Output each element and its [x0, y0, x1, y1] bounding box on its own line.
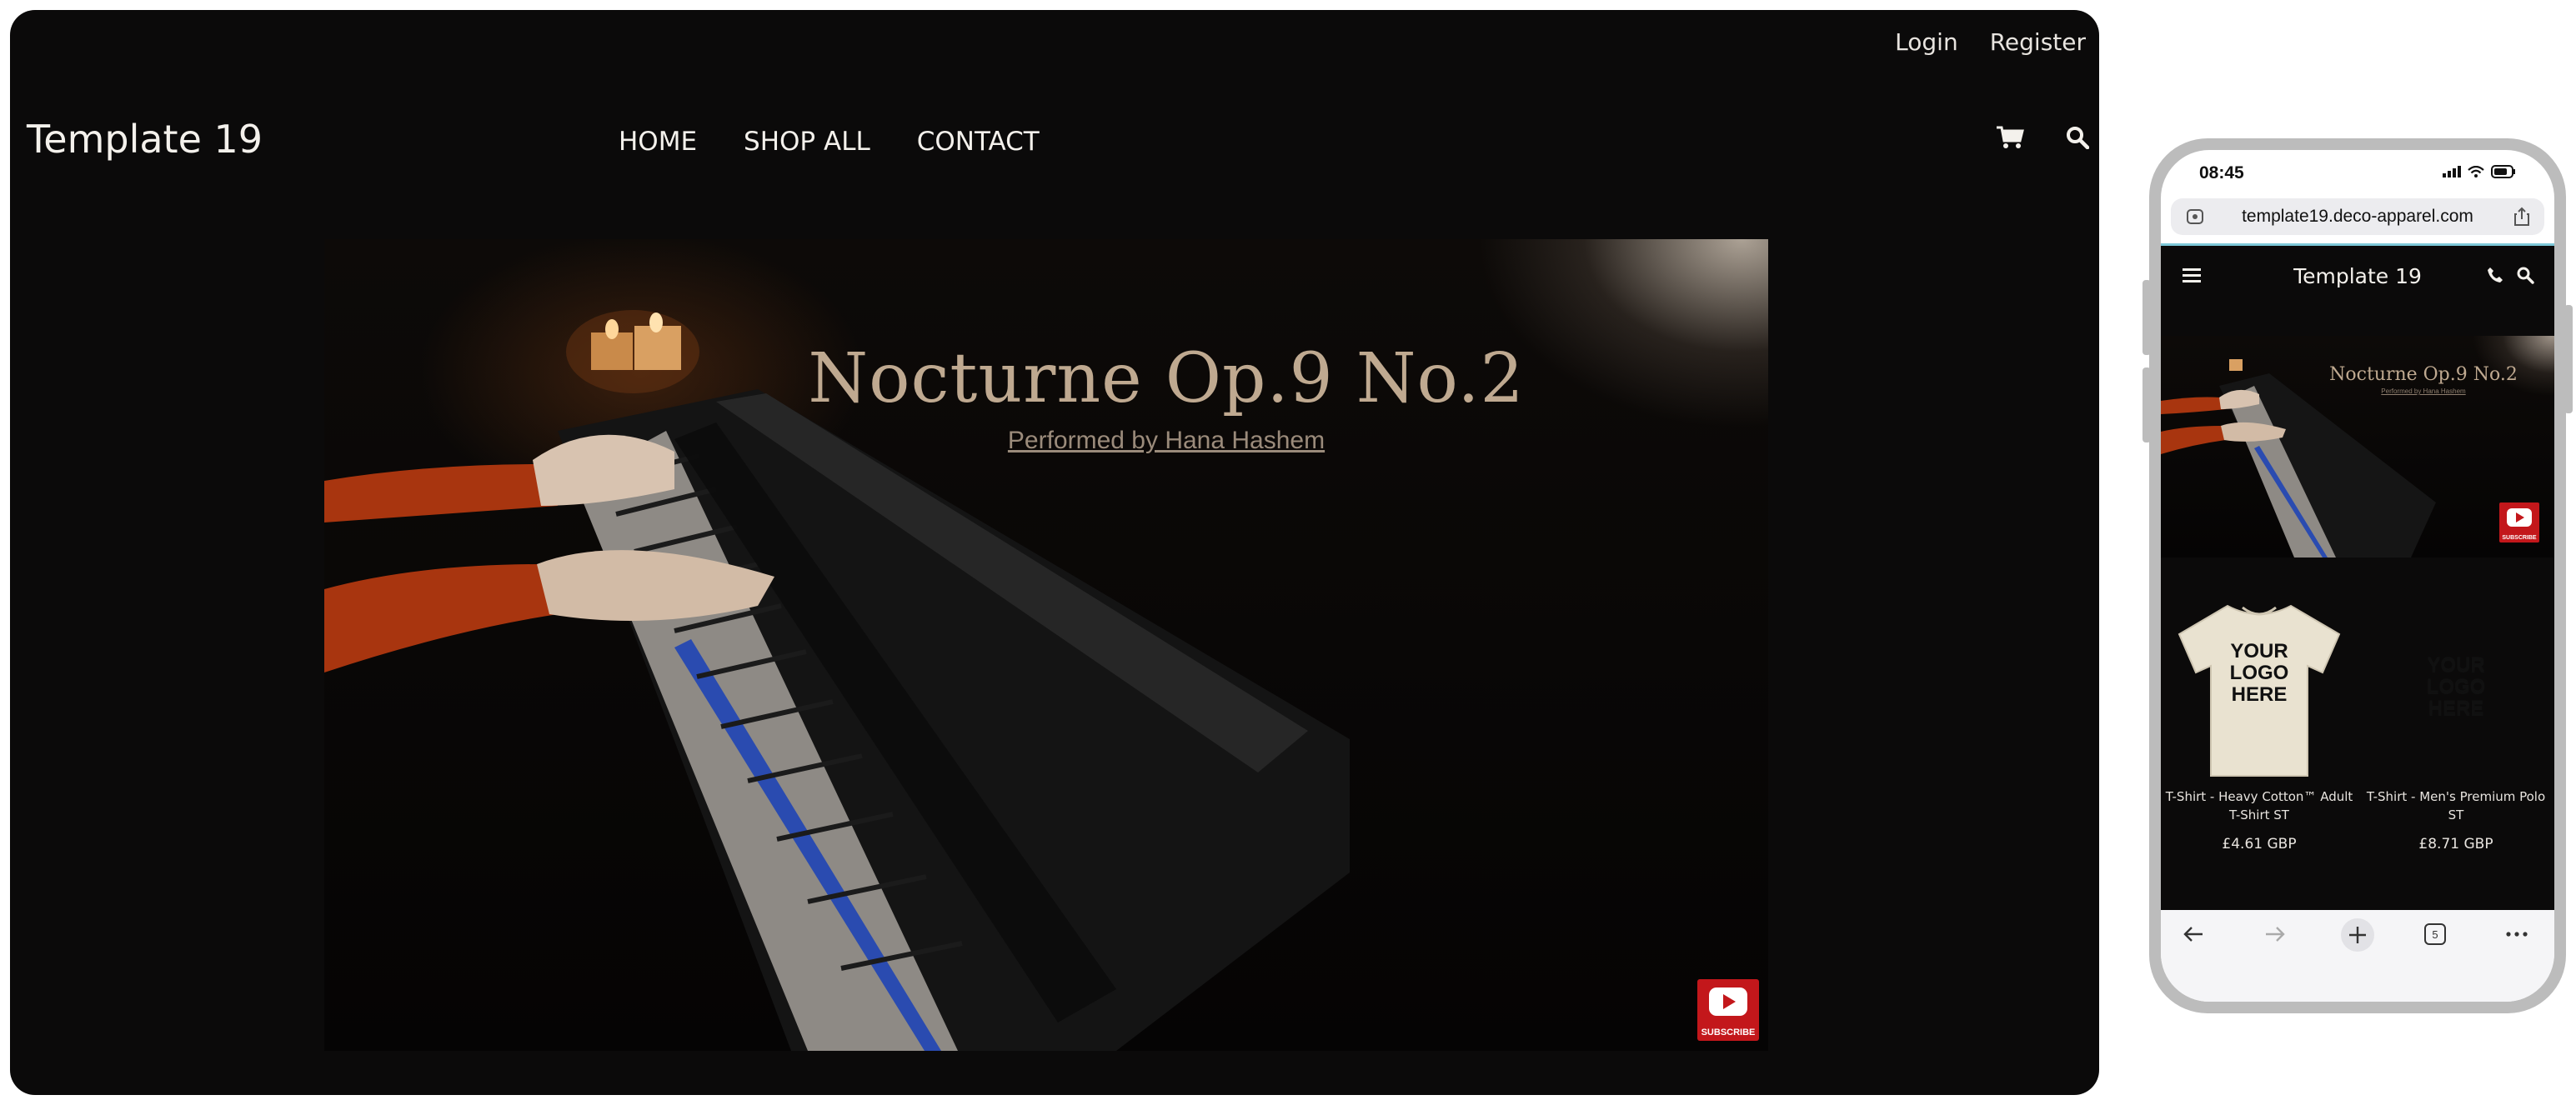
wifi-icon	[2468, 166, 2484, 178]
nav-home[interactable]: HOME	[619, 127, 697, 157]
product-print-text: YOURLOGOHERE	[2427, 655, 2486, 721]
youtube-play-icon	[1709, 988, 1747, 1016]
product-print-text: YOURLOGOHERE	[2230, 640, 2289, 706]
product-price: £4.61 GBP	[2222, 836, 2297, 852]
print-line: LOGO	[2427, 677, 2486, 699]
video-subtitle-link[interactable]: Performed by Hana Hashem	[791, 427, 1541, 455]
product-name[interactable]: T-Shirt - Heavy Cotton™ Adult T-Shirt ST	[2161, 788, 2358, 824]
print-line: HERE	[2232, 683, 2288, 706]
login-link[interactable]: Login	[1895, 28, 1958, 56]
youtube-video-embed[interactable]: Nocturne Op.9 No.2 Performed by Hana Has…	[324, 239, 1768, 1051]
mobile-phone-frame: 08:45 template19.deco-apparel.com Templa…	[2142, 138, 2573, 1013]
phone-screen: 08:45 template19.deco-apparel.com Templa…	[2161, 150, 2554, 1002]
mobile-site: Template 19 Nocturne Op.9 No.2 Performed…	[2161, 243, 2554, 912]
mobile-subscribe-button[interactable]: SUBSCRIBE	[2499, 502, 2539, 542]
status-time: 08:45	[2199, 163, 2244, 182]
mobile-subscribe-label: SUBSCRIBE	[2502, 535, 2537, 541]
power-button	[2564, 305, 2573, 413]
print-line: LOGO	[2230, 662, 2289, 684]
polo-shirt-product-image[interactable]: YOURLOGOHEREYOURLOGOHERE	[2373, 596, 2539, 779]
nav-contact[interactable]: CONTACT	[917, 127, 1040, 157]
main-nav: HOME SHOP ALL CONTACT	[619, 127, 1040, 157]
volume-up-button	[2142, 280, 2151, 355]
phone-call-icon[interactable]	[2486, 266, 2504, 288]
new-tab-icon[interactable]	[2339, 917, 2376, 958]
print-line: YOUR	[2230, 640, 2288, 662]
mobile-video-embed[interactable]: Nocturne Op.9 No.2 Performed by Hana Has…	[2161, 336, 2554, 558]
mobile-video-subtitle[interactable]: Performed by Hana Hashem	[2311, 388, 2536, 395]
status-bar: 08:45	[2161, 150, 2554, 197]
site-logo[interactable]: Template 19	[27, 117, 263, 162]
search-icon[interactable]	[2066, 126, 2089, 149]
mobile-youtube-play-icon	[2507, 508, 2532, 527]
product-name[interactable]: T-Shirt - Men's Premium Polo ST	[2358, 788, 2554, 824]
mobile-search-icon[interactable]	[2516, 266, 2534, 288]
desktop-browser-view: Login Register Template 19 HOME SHOP ALL…	[10, 10, 2099, 1095]
print-line: HERE	[2428, 698, 2484, 721]
mobile-header: Template 19	[2161, 246, 2554, 306]
back-arrow-icon[interactable]	[2181, 922, 2206, 951]
cart-icon[interactable]	[1996, 125, 2024, 150]
battery-icon	[2491, 165, 2515, 178]
url-text[interactable]: template19.deco-apparel.com	[2171, 207, 2544, 227]
product-card[interactable]: YOUR LOGO HERE T-Shirt - Heavy Cotton™ Adu…	[2161, 596, 2358, 852]
browser-toolbar: 5	[2161, 910, 2554, 1002]
mobile-header-icons	[2486, 266, 2534, 288]
mobile-video-title: Nocturne Op.9 No.2	[2329, 364, 2518, 385]
forward-arrow-icon[interactable]	[2263, 922, 2288, 951]
video-title: Nocturne Op.9 No.2	[808, 339, 1525, 418]
svg-text:5: 5	[2432, 928, 2438, 941]
account-links: Login Register	[1895, 28, 2086, 56]
status-indicators	[2443, 165, 2516, 178]
address-bar[interactable]: template19.deco-apparel.com	[2171, 198, 2544, 235]
share-icon[interactable]	[2513, 207, 2531, 231]
register-link[interactable]: Register	[1990, 28, 2086, 56]
subscribe-button[interactable]: SUBSCRIBE	[1697, 979, 1759, 1041]
volume-down-button	[2142, 368, 2151, 442]
print-line: YOUR	[2427, 655, 2484, 678]
product-card[interactable]: YOUR LOGO HERE YOUR LOGO HERE T-Shirt - Men's…	[2358, 596, 2554, 852]
product-price: £8.71 GBP	[2418, 836, 2493, 852]
more-options-icon[interactable]	[2504, 922, 2529, 951]
header-icons	[1996, 125, 2089, 150]
tabs-count-icon[interactable]: 5	[2423, 922, 2448, 951]
tshirt-product-image[interactable]: YOURLOGOHERE	[2176, 596, 2343, 779]
product-grid: YOUR LOGO HERE T-Shirt - Heavy Cotton™ Adu…	[2161, 596, 2554, 852]
cellular-signal-icon	[2443, 166, 2461, 178]
nav-shop-all[interactable]: SHOP ALL	[744, 127, 870, 157]
subscribe-label: SUBSCRIBE	[1701, 1028, 1756, 1038]
